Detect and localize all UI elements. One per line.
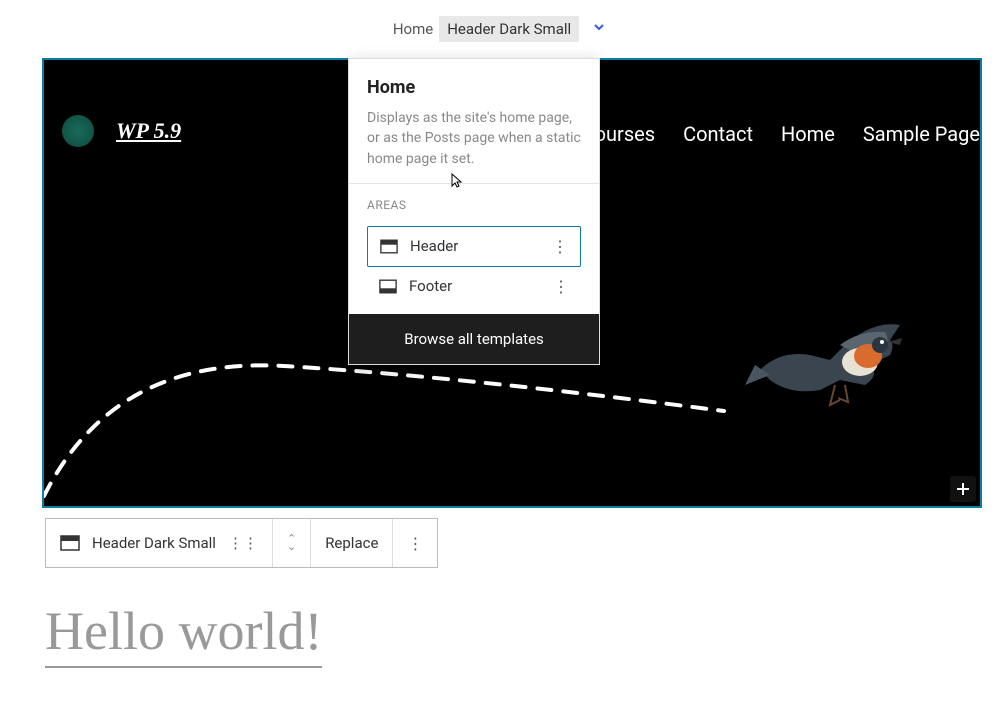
toolbar-replace: Replace xyxy=(311,519,393,567)
add-block-button[interactable] xyxy=(950,476,976,502)
drag-handle-icon[interactable]: ⋮⋮ xyxy=(228,534,258,552)
block-toolbar: Header Dark Small ⋮⋮ ⌃ ⌄ Replace ⋮ xyxy=(45,518,438,568)
breadcrumb: Home Header Dark Small xyxy=(0,0,1000,58)
site-identity: WP 5.9 xyxy=(62,115,181,147)
areas-section: AREAS Header ⋮ Footer ⋮ xyxy=(349,184,599,314)
chevron-down-icon[interactable] xyxy=(591,19,607,39)
template-dropdown: Home Displays as the site's home page, o… xyxy=(348,58,600,365)
more-icon[interactable]: ⋮ xyxy=(552,237,568,256)
area-item-header[interactable]: Header ⋮ xyxy=(367,226,581,267)
browse-templates-button[interactable]: Browse all templates xyxy=(349,314,599,364)
dropdown-header: Home Displays as the site's home page, o… xyxy=(349,59,599,183)
navigation-menu: All Courses Contact Home Sample Page xyxy=(554,122,980,146)
more-icon[interactable]: ⋮ xyxy=(407,534,423,553)
dropdown-description: Displays as the site's home page, or as … xyxy=(367,108,581,169)
area-label: Header xyxy=(410,237,540,255)
dropdown-title: Home xyxy=(367,77,581,98)
footer-layout-icon xyxy=(379,279,397,294)
toolbar-more: ⋮ xyxy=(393,519,437,567)
breadcrumb-home[interactable]: Home xyxy=(393,20,433,38)
toolbar-move: ⌃ ⌄ xyxy=(273,519,311,567)
chevron-down-icon[interactable]: ⌄ xyxy=(287,543,296,551)
block-name-label: Header Dark Small xyxy=(92,534,216,552)
toolbar-block-info[interactable]: Header Dark Small ⋮⋮ xyxy=(46,519,273,567)
replace-button[interactable]: Replace xyxy=(325,534,378,552)
post-title[interactable]: Hello world! xyxy=(45,600,322,668)
area-item-footer[interactable]: Footer ⋮ xyxy=(367,267,581,306)
bird-image xyxy=(740,280,920,420)
header-layout-icon xyxy=(380,239,398,254)
nav-item-home[interactable]: Home xyxy=(781,122,835,146)
area-label: Footer xyxy=(409,277,541,295)
nav-item-sample[interactable]: Sample Page xyxy=(863,122,980,146)
nav-item-contact[interactable]: Contact xyxy=(683,122,753,146)
breadcrumb-current[interactable]: Header Dark Small xyxy=(439,16,579,42)
site-logo[interactable] xyxy=(62,115,94,147)
site-title[interactable]: WP 5.9 xyxy=(116,118,181,144)
move-up-down[interactable]: ⌃ ⌄ xyxy=(287,535,296,550)
areas-label: AREAS xyxy=(367,198,581,212)
more-icon[interactable]: ⋮ xyxy=(553,277,569,296)
header-layout-icon xyxy=(60,535,80,551)
